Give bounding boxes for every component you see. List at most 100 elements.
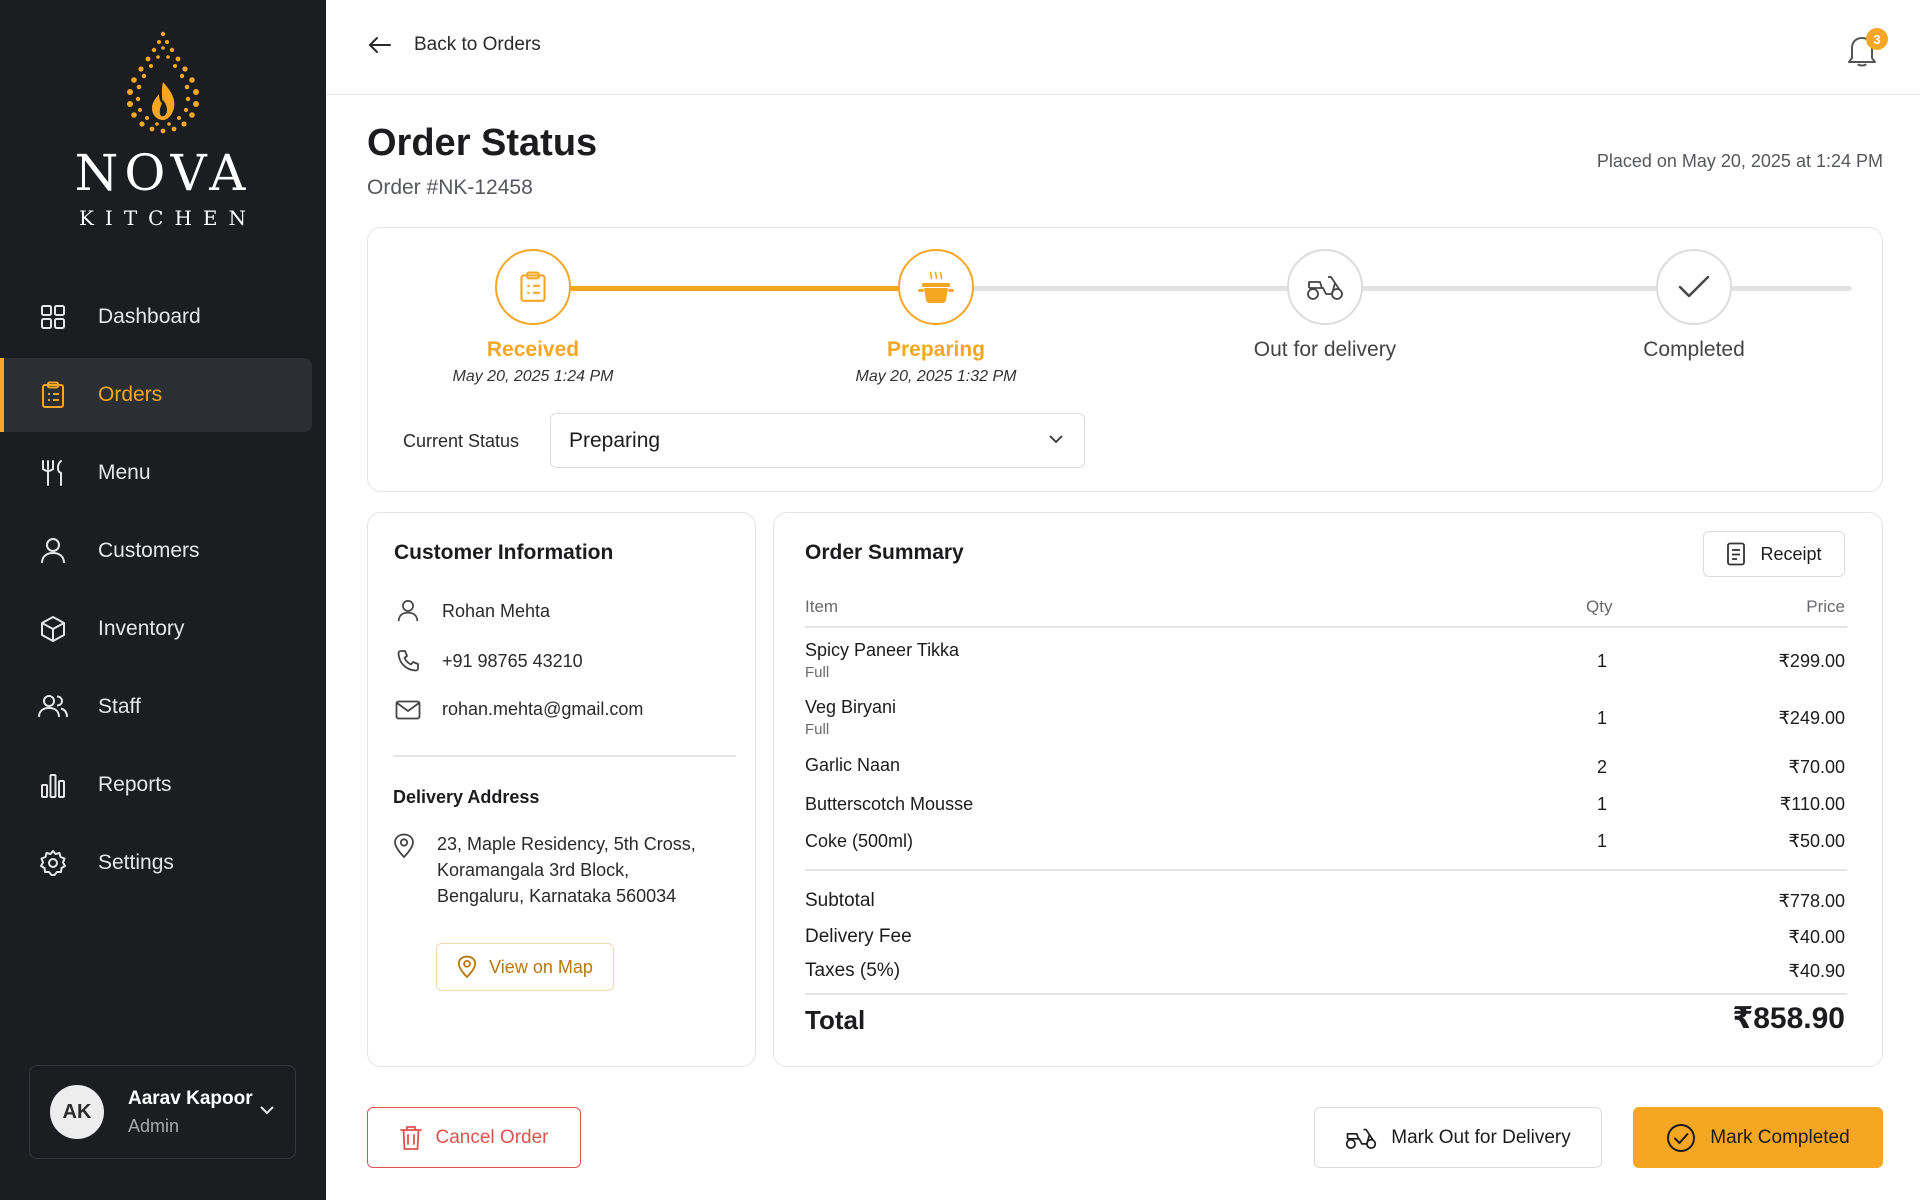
receipt-label: Receipt [1760, 543, 1822, 564]
order-summary-card: Order Summary Receipt Item Qty Price Spi… [773, 512, 1883, 1067]
map-pin-icon [393, 831, 421, 909]
table-row-qty: 1 [1596, 831, 1607, 851]
customer-email-row: rohan.mehta@gmail.com [394, 699, 643, 720]
chevron-down-icon [259, 1102, 275, 1120]
total-label: Total [805, 1005, 866, 1035]
gear-icon [38, 848, 68, 878]
sidebar-item-menu[interactable]: Menu [0, 436, 312, 510]
delivery-fee-value: ₹40.00 [1788, 927, 1846, 947]
step-out-for-delivery [1287, 249, 1363, 325]
table-row-qty: 1 [1596, 651, 1607, 671]
total-value: ₹858.90 [1732, 1002, 1845, 1035]
scooter-icon [1346, 1128, 1377, 1149]
mark-out-for-delivery-button[interactable]: Mark Out for Delivery [1314, 1107, 1602, 1168]
user-icon [38, 536, 68, 566]
user-meta: Aarav Kapoor Admin [128, 1088, 253, 1137]
step-received-time: May 20, 2025 1:24 PM [452, 368, 614, 385]
sidebar-item-orders[interactable]: Orders [0, 358, 312, 432]
scooter-icon [1307, 276, 1343, 300]
customer-info-title: Customer Information [394, 541, 614, 564]
cooking-pot-icon [918, 271, 954, 303]
back-to-orders-link[interactable]: Back to Orders [368, 34, 541, 56]
total-divider [805, 993, 1847, 995]
user-icon [394, 599, 422, 623]
flame-drop-logo-icon [127, 31, 199, 134]
grid-icon [38, 302, 68, 332]
column-header-price: Price [1806, 597, 1845, 616]
sidebar-item-reports[interactable]: Reports [0, 748, 312, 822]
taxes-label: Taxes (5%) [805, 960, 901, 981]
customer-info-card: Customer Information Rohan Mehta +91 987… [367, 512, 756, 1067]
subtotal-value: ₹778.00 [1778, 891, 1845, 911]
receipt-button[interactable]: Receipt [1703, 531, 1845, 577]
table-row-item-name: Coke (500ml) [805, 831, 914, 851]
sidebar-item-staff[interactable]: Staff [0, 670, 312, 744]
subtotal-label: Subtotal [805, 890, 875, 911]
step-out-for-delivery-label: Out for delivery [1253, 338, 1397, 361]
sidebar-item-label: Orders [98, 383, 163, 406]
customer-divider [393, 755, 736, 757]
clipboard-icon [38, 380, 68, 410]
current-status-value: Preparing [569, 428, 661, 452]
table-row-item-name: Veg Biryani [805, 697, 897, 717]
step-completed [1656, 249, 1732, 325]
sidebar-nav: Dashboard Orders Menu Customers Inventor… [0, 276, 326, 904]
sidebar-item-label: Customers [98, 539, 200, 562]
column-header-qty: Qty [1586, 597, 1613, 616]
top-bar: Back to Orders 3 [326, 0, 1920, 95]
users-icon [38, 692, 68, 722]
view-on-map-label: View on Map [489, 956, 593, 977]
table-row-qty: 2 [1596, 757, 1607, 777]
address-line: 23, Maple Residency, 5th Cross, [437, 834, 696, 854]
table-row-price: ₹110.00 [1779, 794, 1845, 814]
current-status-label: Current Status [403, 431, 520, 451]
items-divider [805, 869, 1847, 871]
customer-email[interactable]: rohan.mehta@gmail.com [442, 699, 643, 720]
table-row-price: ₹249.00 [1778, 708, 1845, 728]
table-row-item-name: Garlic Naan [805, 755, 901, 775]
column-header-item: Item [805, 597, 839, 616]
cancel-order-button[interactable]: Cancel Order [367, 1107, 581, 1168]
check-icon [1678, 275, 1710, 298]
sidebar-item-inventory[interactable]: Inventory [0, 592, 312, 666]
user-profile-menu[interactable]: AK Aarav Kapoor Admin [29, 1065, 296, 1159]
map-pin-icon [458, 955, 477, 979]
brand-logo[interactable]: NOVA KITCHEN [0, 30, 326, 230]
phone-icon [394, 649, 422, 673]
notifications-button[interactable]: 3 [1842, 28, 1888, 72]
table-row-price: ₹70.00 [1788, 757, 1846, 777]
sidebar-item-label: Settings [98, 851, 174, 874]
progress-track-done [537, 286, 902, 291]
sidebar-item-customers[interactable]: Customers [0, 514, 312, 588]
view-on-map-button[interactable]: View on Map [436, 943, 614, 991]
sidebar: NOVA KITCHEN Dashboard Orders Menu Custo… [0, 0, 326, 1200]
address-line: Bengaluru, Karnataka 560034 [437, 886, 677, 906]
bar-chart-icon [38, 770, 68, 800]
chevron-down-icon [1049, 435, 1063, 444]
address-line: Koramangala 3rd Block, [437, 860, 630, 880]
table-row-price: ₹50.00 [1788, 831, 1846, 851]
sidebar-item-dashboard[interactable]: Dashboard [0, 280, 312, 354]
taxes-value: ₹40.90 [1788, 961, 1846, 981]
step-completed-label: Completed [1643, 338, 1745, 361]
brand-sub: KITCHEN [78, 206, 258, 230]
mail-icon [394, 700, 422, 720]
order-status-card: Received May 20, 2025 1:24 PM Preparing … [367, 227, 1883, 492]
step-preparing-time: May 20, 2025 1:32 PM [855, 368, 1017, 385]
order-number: Order #NK-12458 [367, 176, 533, 199]
step-preparing-label: Preparing [886, 338, 986, 361]
user-name: Aarav Kapoor [128, 1087, 253, 1109]
back-label: Back to Orders [414, 34, 541, 55]
customer-phone-row: +91 98765 43210 [394, 649, 583, 673]
sidebar-item-settings[interactable]: Settings [0, 826, 312, 900]
avatar: AK [50, 1085, 104, 1139]
sidebar-item-label: Dashboard [98, 305, 201, 328]
customer-name-row: Rohan Mehta [394, 599, 550, 623]
step-received-label: Received [486, 338, 580, 361]
page-title: Order Status [367, 122, 598, 164]
mark-completed-button[interactable]: Mark Completed [1633, 1107, 1883, 1168]
notification-count-badge: 3 [1866, 28, 1888, 50]
clipboard-icon [520, 271, 546, 302]
current-status-select[interactable]: Preparing [550, 413, 1085, 468]
customer-phone[interactable]: +91 98765 43210 [442, 651, 583, 672]
